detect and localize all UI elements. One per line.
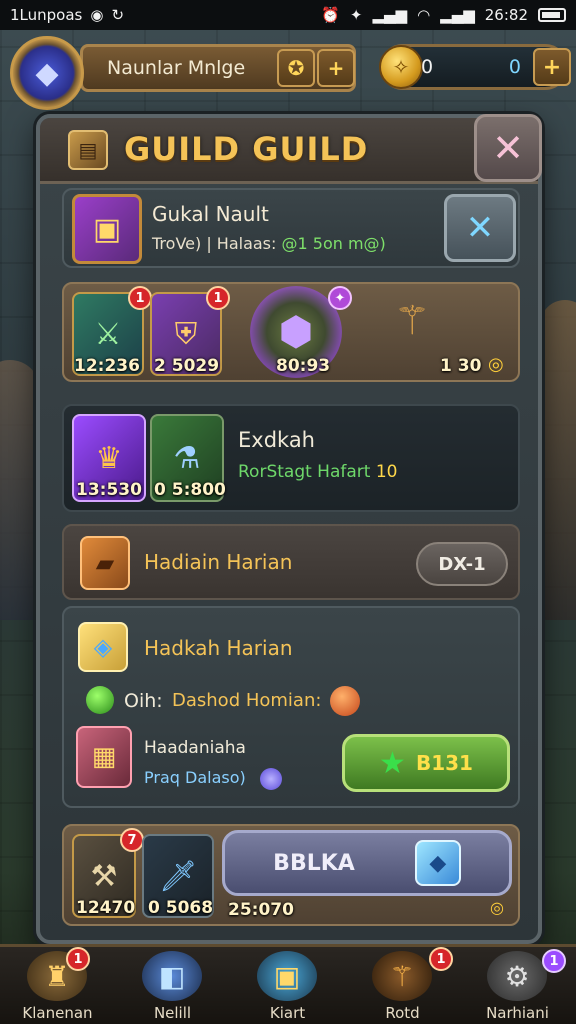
item-value: 80:93 (276, 356, 331, 376)
notification-icon: ◉ (90, 6, 104, 24)
staff-icon[interactable]: ⚚ (372, 290, 452, 352)
exchange-subtitle-value: 10 (375, 462, 398, 482)
currency-plus-button[interactable]: + (533, 48, 571, 86)
coin-small-icon: ◎ (488, 354, 504, 375)
panel-title: GUILD GUILD (124, 130, 369, 168)
bottom-items-row: ⚒ 7 12470 🗡 0 5068 BBLKA ◆ 25:070 ◎ (62, 824, 520, 926)
vault-subtitle-value: @1 5on m@) (281, 234, 386, 253)
item-value: 12:236 (74, 356, 140, 376)
daily-task-button[interactable]: DX-1 (416, 542, 508, 586)
relic-icon: ⚚ (372, 951, 432, 1001)
claim-button-label: B131 (415, 751, 473, 775)
panel-close-button[interactable]: ✕ (474, 114, 542, 182)
daily-task-row[interactable]: ▰ Hadiain Harian DX-1 (62, 524, 520, 600)
vibrate-icon: ✦ (349, 6, 363, 24)
daily-task-title: Hadiain Harian (144, 550, 293, 574)
nav-item-settings[interactable]: ⚙ 1 Narhiani (460, 947, 575, 1024)
item-value: 2 5029 (154, 356, 220, 376)
background-character-right (540, 300, 576, 620)
player-avatar[interactable]: ◆ (10, 36, 84, 110)
big-button-value: 25:070 (228, 900, 294, 920)
claim-reward-button[interactable]: ★ B131 (342, 734, 510, 792)
daily-line-label: Oih: (124, 690, 163, 712)
exchange-row[interactable]: ♛ 13:530 ⚗ 0 5:800 Exdkah RorStagt Hafar… (62, 404, 520, 512)
vault-close-button[interactable]: ✕ (444, 194, 516, 262)
reward-subtitle: Praq Dalaso) (144, 768, 246, 787)
orange-orb-icon (330, 686, 360, 716)
wifi-icon: ◠ (417, 6, 431, 24)
daily-line-value: Dashod Homian: (172, 690, 322, 711)
scroll-icon: ▰ (80, 536, 130, 590)
coin-icon: ✧ (379, 45, 423, 89)
panel-header: ▤ GUILD GUILD ✕ (40, 114, 542, 184)
signal-icon-2: ▂▄▆ (440, 6, 475, 24)
background-character-left (0, 360, 40, 620)
item-value: 12470 (76, 898, 136, 918)
nav-item-chest[interactable]: ▣ Kiart (230, 947, 345, 1024)
currency-bar: ✧ 0 0 + (379, 44, 571, 90)
item-badge: 7 (120, 828, 144, 852)
green-orb-icon (86, 686, 114, 714)
nav-label: Narhiani (486, 1004, 549, 1022)
vault-subtitle-prefix: TroVe) | Halaas: (152, 234, 277, 253)
player-name: Naunlar Mnlge (107, 57, 246, 79)
status-bar: 1Lunpoas ◉ ↻ ⏰ ✦ ▂▄▆ ◠ ▂▄▆ 26:82 (0, 0, 576, 30)
nav-item-cube[interactable]: ◧ Nelill (115, 947, 230, 1024)
exchange-title: Exdkah (238, 428, 315, 452)
name-plus-button[interactable]: + (317, 49, 355, 87)
currency-left-value: 0 (421, 56, 434, 78)
blue-gem-icon (260, 768, 282, 790)
daily-reward-panel: ◈ Hadkah Harian Oih: Dashod Homian: ▦ Ha… (62, 606, 520, 808)
nav-label: Klanenan (22, 1004, 93, 1022)
items-row: ⚔ 1 12:236 ⛨ 1 2 5029 ⬢ ✦ 80:93 ⚚ 1 30 ◎ (62, 282, 520, 382)
sync-icon: ↻ (111, 6, 125, 24)
nav-label: Nelill (153, 1004, 192, 1022)
star-icon: ★ (379, 745, 406, 781)
alarm-icon: ⏰ (321, 6, 340, 24)
signal-icon: ▂▄▆ (372, 6, 408, 24)
vault-row[interactable]: ▣ Gukal Nault TroVe) | Halaas: @1 5on m@… (62, 188, 520, 268)
coin-small-icon: ◎ (490, 898, 504, 917)
battery-icon (538, 8, 566, 22)
rank-badge-icon[interactable]: ✪ (277, 49, 315, 87)
nav-label: Kiart (269, 1004, 306, 1022)
item-badge: 1 (128, 286, 152, 310)
chest-icon: ▣ (257, 951, 317, 1001)
nav-label: Rotd (385, 1004, 420, 1022)
player-name-plate[interactable]: Naunlar Mnlge ✪ + (80, 44, 356, 92)
reward-chest-icon: ▦ (76, 726, 132, 788)
item-value: 0 5:800 (154, 480, 226, 500)
big-action-button[interactable]: BBLKA ◆ (222, 830, 512, 896)
guild-panel: ▤ GUILD GUILD ✕ ▣ Gukal Nault TroVe) | H… (36, 114, 542, 944)
exchange-subtitle: RorStagt Hafart 10 (238, 462, 397, 482)
top-hud: Naunlar Mnlge ✪ + ◆ ✧ 0 0 + (0, 32, 576, 114)
guild-book-icon: ▤ (68, 130, 108, 170)
status-time: 26:82 (484, 6, 528, 24)
cube-reward-icon: ◈ (78, 622, 128, 672)
bottom-navigation: ♜ 1 Klanenan ◧ Nelill ▣ Kiart ⚚ 1 Rotd ⚙… (0, 944, 576, 1024)
nav-badge: 1 (66, 947, 90, 971)
nav-badge: 1 (542, 949, 566, 973)
vault-title: Gukal Nault (152, 202, 269, 226)
crystal-cube-icon: ◆ (414, 840, 461, 886)
vault-subtitle: TroVe) | Halaas: @1 5on m@) (152, 234, 386, 253)
big-button-label: BBLKA (273, 850, 355, 876)
nav-badge: 1 (429, 947, 453, 971)
item-value: 1 30 (440, 356, 482, 376)
treasure-chest-icon: ▣ (72, 194, 142, 264)
item-value: 13:530 (76, 480, 142, 500)
gem-badge-icon: ✦ (328, 286, 352, 310)
nav-item-relic[interactable]: ⚚ 1 Rotd (345, 947, 460, 1024)
item-badge: 1 (206, 286, 230, 310)
reward-title: Haadaniaha (144, 738, 246, 758)
item-value: 0 5068 (148, 898, 214, 918)
nav-item-guild[interactable]: ♜ 1 Klanenan (0, 947, 115, 1024)
cube-icon: ◧ (142, 951, 202, 1001)
currency-right-value: 0 (508, 56, 521, 78)
status-carrier: 1Lunpoas (10, 6, 83, 24)
exchange-subtitle-text: RorStagt Hafart (238, 462, 371, 482)
gear-icon: ⚙ (487, 951, 547, 1001)
daily-reward-title: Hadkah Harian (144, 636, 293, 660)
